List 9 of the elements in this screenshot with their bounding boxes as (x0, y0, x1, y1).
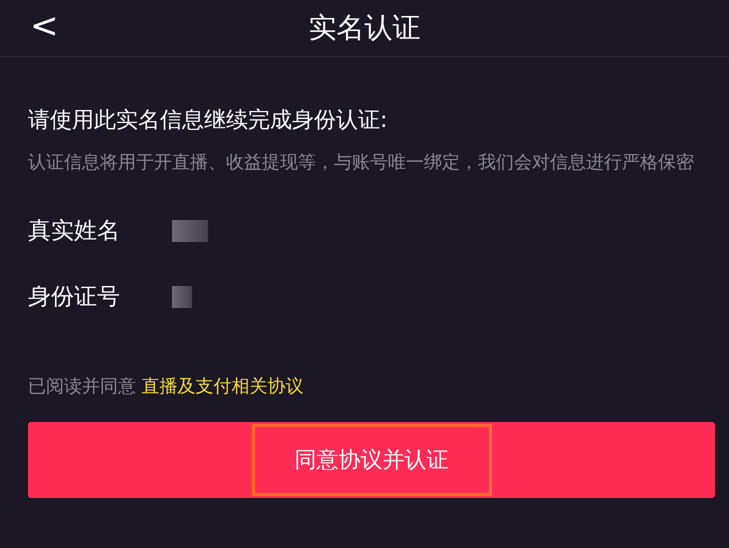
intro-note: 认证信息将用于开直播、收益提现等，与账号唯一绑定，我们会对信息进行严格保密 (28, 151, 695, 175)
intro-heading: 请使用此实名信息继续完成身份认证: (28, 107, 388, 135)
field-label: 身份证号 (28, 283, 120, 312)
agreement-link[interactable]: 直播及支付相关协议 (142, 376, 304, 397)
submit-button[interactable]: 同意协议并认证 (28, 422, 715, 498)
field-label: 真实姓名 (28, 217, 120, 246)
page-title: 实名认证 (308, 10, 420, 46)
back-button[interactable]: < (30, 6, 58, 46)
agreement-text: 已阅读并同意 直播及支付相关协议 (28, 374, 305, 398)
